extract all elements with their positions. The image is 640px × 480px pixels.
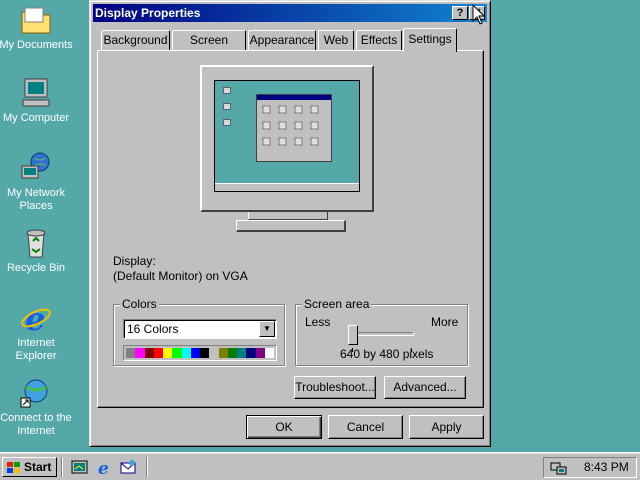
color-swatch [135, 348, 145, 358]
color-swatch [218, 348, 228, 358]
desktop-icon-internet-explorer[interactable]: e Internet Explorer [0, 300, 76, 363]
mini-desktop-icon [223, 103, 231, 110]
desktop-icon-label: Internet Explorer [15, 337, 57, 362]
color-swatch [181, 348, 191, 358]
monitor-stand-neck [248, 212, 328, 220]
desktop-icon-connect-to-internet[interactable]: Connect to the Internet [0, 377, 76, 438]
tab-web[interactable]: Web [318, 30, 354, 51]
taskbar: Start e 8:43 PM [0, 452, 640, 480]
color-swatch [209, 348, 219, 358]
show-desktop-icon[interactable] [71, 459, 89, 476]
monitor-stand-base [236, 220, 346, 232]
start-label: Start [24, 460, 52, 474]
color-swatch [144, 348, 154, 358]
svg-text:e: e [98, 459, 109, 476]
monitor-screen [214, 80, 360, 192]
svg-text:e: e [25, 302, 45, 334]
colors-dropdown[interactable]: 16 Colors ▼ [123, 319, 277, 339]
mini-taskbar [215, 183, 359, 191]
color-swatch [190, 348, 200, 358]
folder-icon [20, 4, 52, 36]
color-swatch [200, 348, 210, 358]
color-swatch [153, 348, 163, 358]
title-bar[interactable]: Display Properties ? ✕ [93, 4, 487, 22]
screen-area-group: Screen area Less More 640 by 480 pixels [295, 297, 468, 366]
color-swatch [255, 348, 265, 358]
colors-dropdown-value: 16 Colors [127, 322, 179, 336]
display-value: (Default Monitor) on VGA [113, 269, 248, 283]
help-button[interactable]: ? [452, 6, 468, 20]
slider-more-label: More [431, 315, 459, 329]
color-palette-preview [123, 345, 277, 361]
clock[interactable]: 8:43 PM [584, 460, 629, 474]
start-button[interactable]: Start [2, 457, 57, 477]
color-swatch [246, 348, 256, 358]
internet-explorer-icon: e [20, 300, 52, 338]
color-swatch [172, 348, 182, 358]
colors-group-title: Colors [120, 297, 159, 311]
desktop-icon-my-documents[interactable]: My Documents [0, 4, 76, 52]
chevron-down-icon[interactable]: ▼ [259, 321, 275, 337]
windows-logo-icon [7, 462, 20, 473]
mini-desktop-icon [223, 119, 231, 126]
screen-area-slider-thumb[interactable] [348, 325, 358, 345]
screen-area-value: 640 by 480 pixels [340, 347, 434, 361]
system-tray: 8:43 PM [543, 457, 637, 478]
slider-less-label: Less [305, 315, 331, 329]
desktop-icon-recycle-bin[interactable]: Recycle Bin [0, 227, 76, 275]
mini-window [256, 94, 332, 162]
internet-explorer-quicklaunch-icon[interactable]: e [96, 459, 114, 479]
color-swatch [237, 348, 247, 358]
color-swatch [227, 348, 237, 358]
network-status-icon[interactable] [550, 460, 568, 476]
tab-settings[interactable]: Settings [403, 28, 457, 52]
taskbar-separator [61, 457, 63, 477]
tab-appearance[interactable]: Appearance [248, 30, 316, 51]
outlook-express-icon[interactable] [119, 459, 137, 476]
tab-screen-saver[interactable]: Screen Saver [172, 30, 246, 66]
computer-icon [20, 77, 52, 109]
taskbar-separator [146, 457, 148, 477]
network-icon [20, 152, 52, 184]
monitor-preview [200, 65, 374, 212]
display-properties-window: Display Properties ? ✕ Background Screen… [89, 0, 491, 447]
mini-window-icons [262, 105, 319, 146]
display-label: Display: [113, 254, 156, 268]
color-swatch [264, 348, 274, 358]
desktop-icon-my-network-places[interactable]: My Network Places [0, 152, 76, 213]
desktop-icon-label: Connect to the Internet [0, 412, 72, 437]
color-swatch [126, 348, 136, 358]
desktop-icon-label: Recycle Bin [6, 262, 66, 274]
mouse-cursor-icon [472, 4, 486, 25]
screen-area-group-title: Screen area [302, 297, 372, 311]
troubleshoot-button[interactable]: Troubleshoot... [294, 376, 376, 399]
desktop-icon-label: My Documents [0, 39, 73, 51]
tab-background[interactable]: Background [101, 30, 170, 51]
desktop-icon-label: My Network Places [6, 187, 66, 212]
color-swatch [163, 348, 173, 358]
colors-group: Colors 16 Colors ▼ [113, 297, 285, 366]
tab-effects[interactable]: Effects [356, 30, 402, 51]
connect-internet-icon [20, 377, 52, 409]
mini-desktop-icon [223, 87, 231, 94]
recycle-bin-icon [20, 227, 52, 259]
advanced-button[interactable]: Advanced... [384, 376, 466, 399]
ok-button[interactable]: OK [246, 415, 322, 439]
apply-button[interactable]: Apply [409, 415, 484, 439]
cancel-button[interactable]: Cancel [328, 415, 403, 439]
window-title: Display Properties [95, 6, 201, 20]
desktop-icon-my-computer[interactable]: My Computer [0, 77, 76, 125]
desktop-icon-label: My Computer [2, 112, 70, 124]
